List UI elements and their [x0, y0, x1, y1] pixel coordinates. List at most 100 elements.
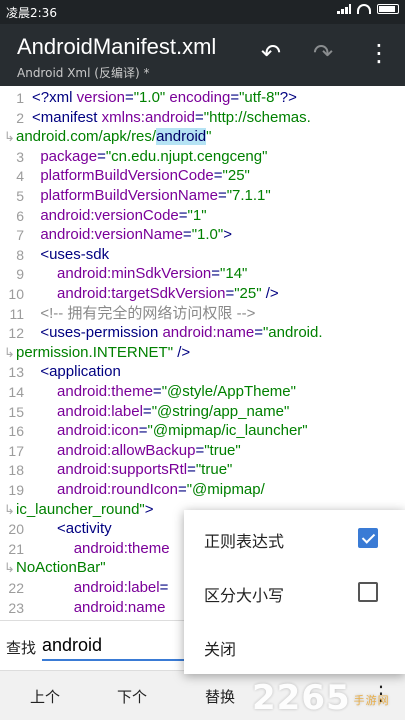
- code-text: android:label="@string/app_name": [32, 402, 289, 422]
- search-match: android: [156, 128, 207, 146]
- code-token: android:icon: [57, 422, 139, 440]
- line-number: 17: [8, 442, 24, 459]
- case-option[interactable]: 区分大小写: [184, 566, 405, 620]
- code-text: <uses-permission android:name="android.: [32, 323, 322, 343]
- line-number: 11: [9, 305, 24, 322]
- code-text: android:minSdkVersion="14": [32, 264, 247, 284]
- code-token: =: [230, 89, 240, 106]
- wrap-continuation-icon: ↳: [4, 560, 15, 576]
- find-label: 查找: [6, 639, 37, 657]
- code-token: =: [213, 167, 223, 185]
- line-number: 7: [16, 227, 24, 244]
- code-token: android:label: [57, 402, 143, 420]
- line-number: 23: [8, 599, 24, 616]
- regex-option[interactable]: 正则表达式: [184, 512, 405, 566]
- code-token: "utf-8": [239, 89, 280, 106]
- code-token: =: [97, 147, 106, 165]
- line-number: 21: [8, 540, 24, 557]
- code-text: android:roundIcon="@mipmap/: [32, 480, 265, 500]
- close-label: 关闭: [204, 640, 237, 659]
- code-token: "@string/app_name": [151, 402, 290, 420]
- code-token: xmlns:android: [101, 108, 196, 126]
- close-option[interactable]: 关闭: [184, 620, 405, 674]
- prev-button[interactable]: 上个: [30, 686, 60, 707]
- code-text: platformBuildVersionCode="25": [32, 166, 250, 186]
- code-line: 16 android:icon="@mipmap/ic_launcher": [0, 421, 405, 441]
- code-text: permission.INTERNET" />: [16, 343, 190, 363]
- code-text: android:theme="@style/AppTheme": [32, 382, 296, 402]
- code-token: =: [152, 383, 162, 400]
- code-line: 18 android:supportsRtl="true": [0, 460, 405, 480]
- watermark-sub: 手游网: [353, 693, 390, 707]
- wrap-continuation-icon: ↳: [4, 501, 15, 517]
- code-text: <activity: [32, 519, 112, 539]
- code-token: permission.INTERNET": [16, 343, 174, 361]
- code-text: android:targetSdkVersion="25" />: [32, 284, 279, 304]
- code-line: 19 android:roundIcon="@mipmap/: [0, 480, 405, 500]
- more-vert-icon[interactable]: ⋮: [364, 38, 394, 68]
- code-token: "@mipmap/: [186, 481, 265, 498]
- code-token: android:theme: [57, 383, 153, 400]
- line-number: 2: [16, 109, 24, 126]
- redo-icon[interactable]: ↷: [308, 38, 338, 68]
- code-token: =: [225, 285, 235, 302]
- code-token: "@style/AppTheme": [161, 383, 296, 400]
- undo-icon[interactable]: ↶: [256, 38, 286, 68]
- code-token: />: [173, 343, 191, 361]
- code-token: android:targetSdkVersion: [57, 285, 226, 302]
- code-token: />: [261, 285, 279, 302]
- code-token: "1.0": [133, 89, 166, 106]
- line-number: 16: [8, 423, 24, 440]
- code-text: android.com/apk/res/android": [16, 127, 211, 147]
- code-line: 2 <manifest xmlns:android="http://schemas…: [0, 108, 405, 128]
- code-token: =: [177, 481, 187, 498]
- replace-button[interactable]: 替换: [205, 686, 235, 707]
- code-text: android:icon="@mipmap/ic_launcher": [32, 421, 308, 441]
- code-token: "true": [195, 461, 233, 479]
- code-text: NoActionBar": [16, 558, 106, 578]
- code-token: android:versionCode: [40, 206, 179, 224]
- line-number: 6: [16, 207, 24, 224]
- battery-icon: [377, 4, 399, 14]
- code-token: "http://schemas.: [203, 108, 311, 126]
- code-token: "cn.edu.njupt.cengceng": [105, 147, 268, 165]
- page-subtitle: Android Xml (反编译) *: [17, 66, 150, 80]
- code-token: <application: [32, 363, 121, 381]
- code-line: ↳ android.com/apk/res/android": [0, 127, 405, 147]
- case-checkbox[interactable]: [358, 582, 378, 602]
- code-token: =: [138, 422, 148, 440]
- code-token: android:roundIcon: [57, 481, 178, 498]
- code-text: platformBuildVersionName="7.1.1": [32, 186, 270, 206]
- code-line: 3 package="cn.edu.njupt.cengceng": [0, 147, 405, 167]
- next-button[interactable]: 下个: [117, 686, 147, 707]
- code-text: <uses-sdk: [32, 245, 109, 265]
- code-token: =: [187, 461, 196, 479]
- code-token: <!-- 拥有完全的网络访问权限 -->: [32, 304, 256, 322]
- code-line: 10 android:targetSdkVersion="25" />: [0, 284, 405, 304]
- code-token: =: [178, 206, 188, 224]
- regex-checkbox[interactable]: [358, 528, 378, 548]
- app-bar: AndroidManifest.xml Android Xml (反编译) * …: [0, 24, 405, 86]
- code-token: ?>: [279, 89, 297, 106]
- status-time: 凌晨2:36: [6, 6, 57, 20]
- line-number: 5: [16, 188, 24, 204]
- line-number: 14: [8, 384, 24, 400]
- code-line: 1 <?xml version="1.0" encoding="utf-8"?>: [0, 88, 405, 108]
- code-text: android:allowBackup="true": [32, 441, 241, 461]
- code-token: platformBuildVersionCode: [40, 167, 214, 185]
- line-number: 15: [8, 403, 24, 420]
- status-icons: [337, 4, 399, 14]
- regex-label: 正则表达式: [204, 532, 285, 551]
- line-number: 12: [8, 325, 24, 342]
- line-number: 20: [8, 521, 24, 538]
- line-number: 9: [16, 266, 24, 283]
- code-token: "true": [204, 441, 241, 459]
- code-token: android:name: [162, 324, 255, 342]
- code-text: android:versionName="1.0">: [32, 225, 232, 245]
- status-bar: 凌晨2:36: [0, 0, 405, 24]
- code-text: package="cn.edu.njupt.cengceng": [32, 147, 267, 167]
